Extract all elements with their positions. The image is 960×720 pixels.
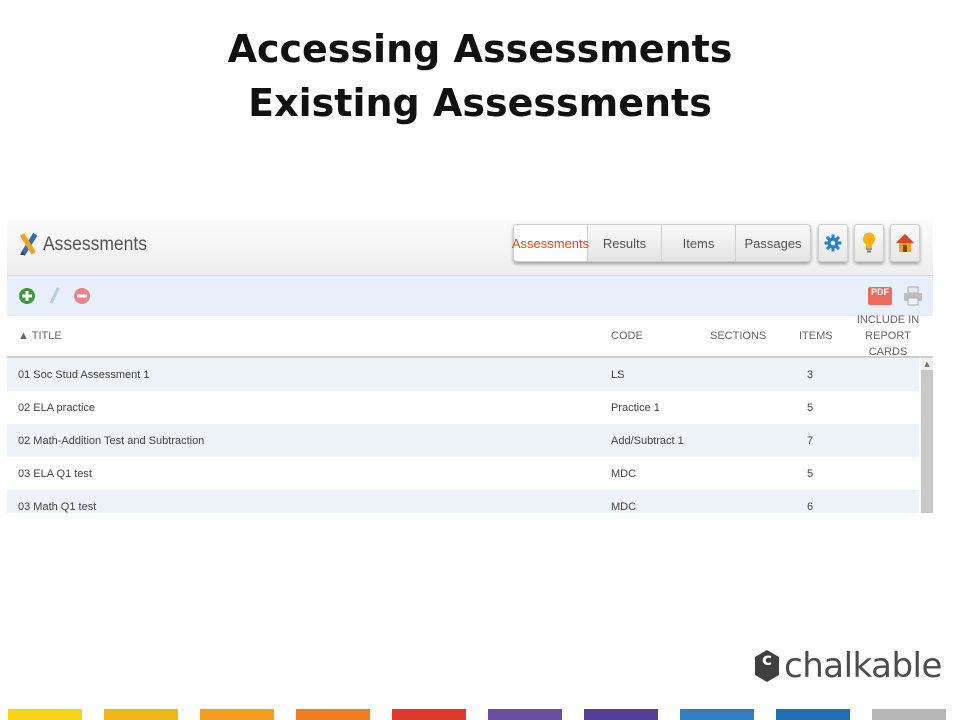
assessments-list: 01 Soc Stud Assessment 1 LS 3 02 ELA pra… [7,358,919,513]
add-icon [19,288,35,304]
lightbulb-icon [863,232,875,253]
grid-header: ▲ TITLE CODE SECTIONS ITEMS INCLUDE IN R… [7,314,933,358]
remove-button[interactable] [71,285,93,307]
slide-title-line-1: Accessing Assessments [227,27,733,71]
column-header-code[interactable]: CODE [611,316,643,356]
stripe [296,709,370,720]
table-row[interactable]: 01 Soc Stud Assessment 1 LS 3 [7,358,919,391]
stripe [8,709,82,720]
cell-code: MDC [611,500,637,513]
chalkable-wordmark: chalkable [784,646,942,686]
assessments-app-screenshot: Assessments Assessments Results Items Pa… [7,220,933,513]
slide-title: Accessing Assessments Existing Assessmen… [0,22,960,130]
stripe [488,709,562,720]
app-name: Assessments [43,234,147,255]
tab-results[interactable]: Results [588,225,662,261]
remove-icon [74,288,90,304]
cell-items: 3 [807,368,814,381]
tab-assessments[interactable]: Assessments [512,225,589,261]
scroll-up-arrow-icon[interactable]: ▲ [921,358,933,370]
column-header-title[interactable]: ▲ TITLE [18,316,62,356]
stripe [776,709,850,720]
cell-items: 6 [807,500,814,513]
cell-code: MDC [611,467,637,480]
tips-button[interactable] [854,224,884,262]
list-scrollbar[interactable]: ▲ [921,358,933,513]
include-header-line-1: INCLUDE IN [856,314,920,326]
column-header-sections[interactable]: SECTIONS [710,316,766,356]
print-button[interactable] [902,285,924,307]
cell-title: 03 ELA Q1 test [18,467,92,480]
tab-items[interactable]: Items [662,225,736,261]
tab-passages[interactable]: Passages [736,225,810,261]
gear-icon [824,234,842,252]
color-stripe-footer [0,709,960,720]
cell-title: 03 Math Q1 test [18,500,97,513]
stripe [680,709,754,720]
table-row[interactable]: 02 Math-Addition Test and Subtraction Ad… [7,424,919,457]
slide-title-line-2: Existing Assessments [248,81,712,125]
cell-code: LS [611,368,625,381]
chalkable-c-letter: c [761,650,773,670]
cell-items: 7 [807,434,814,447]
cell-title: 01 Soc Stud Assessment 1 [18,368,150,381]
cell-title: 02 ELA practice [18,401,96,414]
add-button[interactable] [16,285,38,307]
column-header-include-in-report-cards[interactable]: INCLUDE IN REPORT CARDS [852,314,924,358]
home-icon [896,234,914,252]
stripe [872,709,946,720]
stripe [584,709,658,720]
column-header-items[interactable]: ITEMS [799,316,833,356]
edit-button[interactable] [44,285,66,307]
chalkable-logo: c chalkable [754,644,942,688]
stripe [392,709,466,720]
table-row[interactable]: 02 ELA practice Practice 1 5 [7,391,919,424]
assessments-pencil-ruler-icon [19,232,38,256]
cell-items: 5 [807,401,814,414]
grid-toolbar: PDF [7,276,933,316]
cell-code: Add/Subtract 1 [611,434,684,447]
edit-pencil-icon [49,286,60,304]
cell-title: 02 Math-Addition Test and Subtraction [18,434,205,447]
home-button[interactable] [890,224,920,262]
cell-code: Practice 1 [611,401,660,414]
app-header: Assessments Assessments Results Items Pa… [7,220,933,276]
stripe [104,709,178,720]
include-header-line-2: REPORT CARDS [865,330,911,358]
cell-items: 5 [807,467,814,480]
settings-button[interactable] [818,224,848,262]
table-row[interactable]: 03 Math Q1 test MDC 6 [7,490,919,513]
section-tabs: Assessments Results Items Passages [512,224,811,262]
table-row[interactable]: 03 ELA Q1 test MDC 5 [7,457,919,490]
pdf-label: PDF [871,287,889,297]
stripe [200,709,274,720]
export-pdf-button[interactable]: PDF [868,285,892,307]
print-icon [904,286,922,306]
